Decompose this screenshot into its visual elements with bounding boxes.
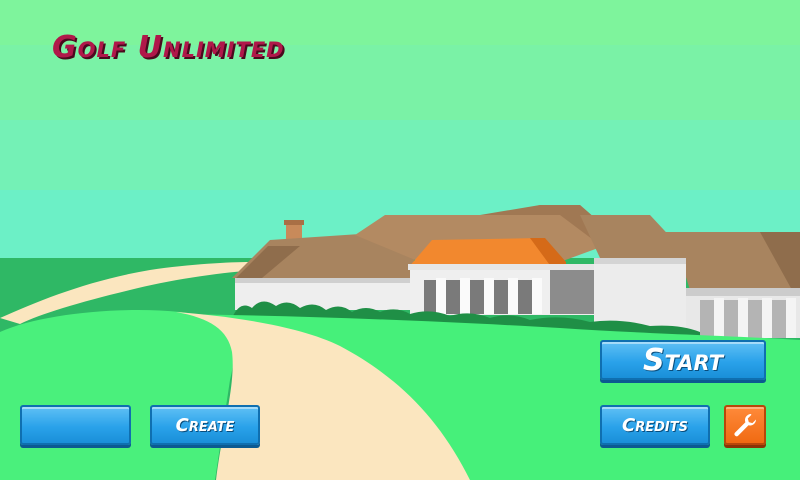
blank-menu-button[interactable] [20,405,131,445]
game-screen: Golf Unlimited Start Create Credits [0,0,800,480]
wrench-icon [734,413,756,437]
start-button[interactable]: Start [600,340,766,380]
credits-button[interactable]: Credits [600,405,710,445]
game-title: Golf Unlimited [52,30,285,65]
settings-button[interactable] [724,405,766,445]
create-button[interactable]: Create [150,405,260,445]
